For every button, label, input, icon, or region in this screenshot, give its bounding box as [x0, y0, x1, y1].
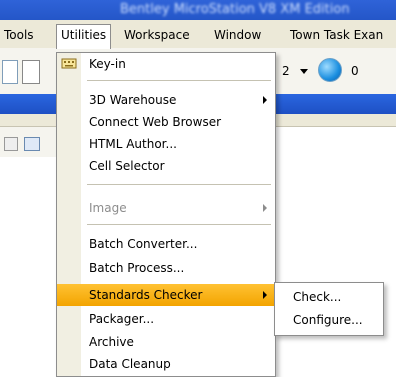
menu-separator [87, 184, 271, 185]
menu-item-archive[interactable]: Archive [57, 331, 275, 353]
menu-workspace[interactable]: Workspace [124, 26, 190, 44]
menu-town-task[interactable]: Town Task Exan [290, 26, 383, 44]
view-attributes-icon[interactable] [24, 137, 40, 151]
submenu-item-configure[interactable]: Configure... [275, 309, 383, 331]
menu-item-data-cleanup[interactable]: Data Cleanup [57, 353, 275, 375]
window-title: Bentley MicroStation V8 XM Edition [120, 2, 350, 17]
menu-window[interactable]: Window [214, 26, 261, 44]
toolbar-combo-left[interactable] [2, 60, 18, 84]
menu-item-keyin[interactable]: Key-in [57, 53, 275, 75]
submenu-arrow-icon [263, 291, 267, 299]
title-bar: Bentley MicroStation V8 XM Edition [0, 0, 396, 20]
menu-item-packager[interactable]: Packager... [57, 308, 275, 330]
menu-separator [87, 224, 271, 225]
menu-item-3d-warehouse[interactable]: 3D Warehouse [57, 89, 275, 111]
menu-item-html-author[interactable]: HTML Author... [57, 133, 275, 155]
menu-item-connect-web-browser[interactable]: Connect Web Browser [57, 111, 275, 133]
menu-item-cell-selector[interactable]: Cell Selector [57, 155, 275, 177]
menu-item-batch-converter[interactable]: Batch Converter... [57, 233, 275, 255]
chevron-down-icon[interactable] [300, 69, 308, 74]
level-value: 2 [282, 64, 290, 78]
menu-separator [87, 80, 271, 81]
submenu-arrow-icon [263, 204, 267, 212]
submenu-item-check[interactable]: Check... [275, 286, 383, 308]
menu-item-standards-checker[interactable]: Standards Checker [57, 284, 275, 306]
standards-checker-submenu: Check... Configure... [274, 282, 384, 336]
count-value: 0 [351, 64, 359, 78]
menu-item-image[interactable]: Image [57, 197, 275, 219]
keyboard-icon [61, 58, 77, 69]
menu-item-batch-process[interactable]: Batch Process... [57, 257, 275, 279]
menu-bar: Tools Utilities Workspace Window Town Ta… [0, 20, 396, 49]
submenu-arrow-icon [263, 96, 267, 104]
view-control-icon[interactable] [4, 137, 18, 151]
toolbar-icon-button[interactable] [22, 60, 40, 84]
menu-utilities[interactable]: Utilities [56, 24, 112, 49]
globe-icon[interactable] [318, 58, 342, 82]
menu-tools[interactable]: Tools [4, 26, 34, 44]
utilities-menu: Key-in 3D Warehouse Connect Web Browser … [56, 52, 276, 377]
